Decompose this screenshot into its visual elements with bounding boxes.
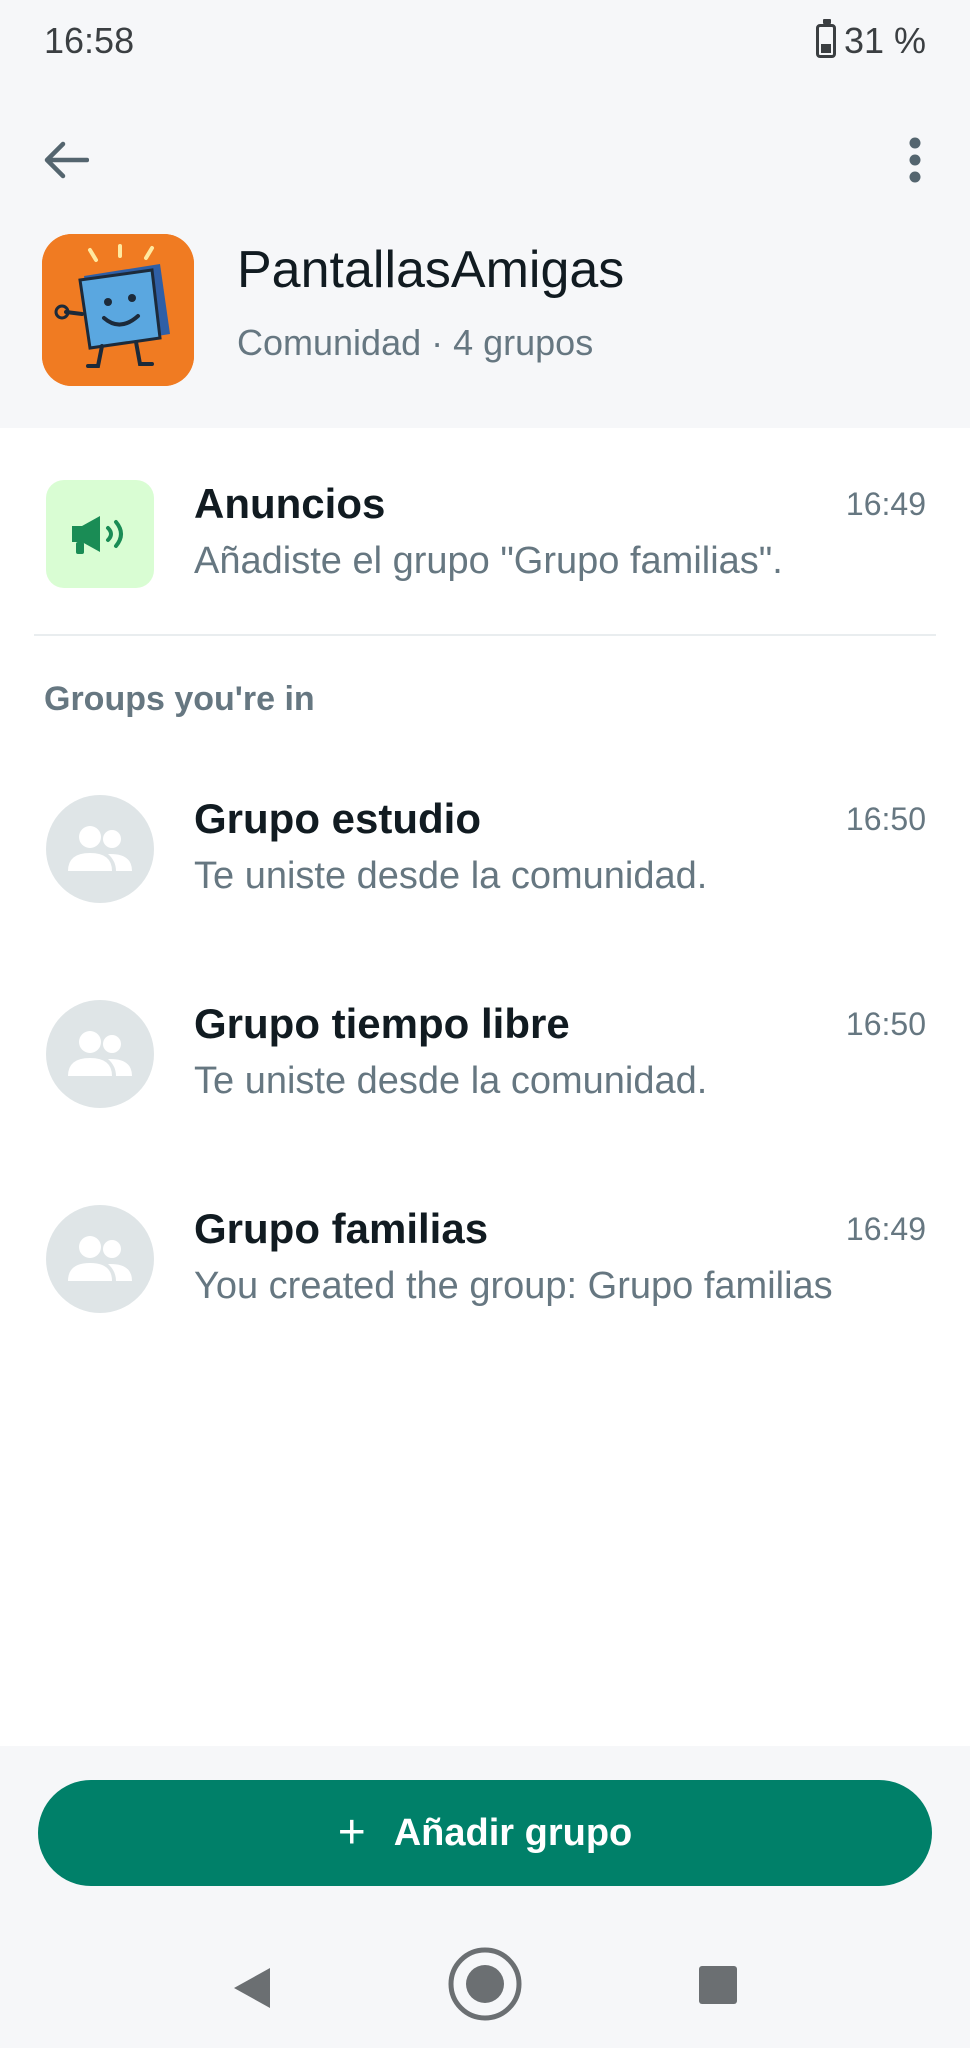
megaphone-icon	[72, 516, 123, 554]
group-time: 16:50	[845, 1006, 926, 1042]
nav-back-icon	[234, 1968, 270, 2008]
announcements-time: 16:49	[845, 486, 926, 522]
nav-recents-icon	[699, 1966, 737, 2004]
more-vert-icon	[909, 137, 921, 183]
announcements-preview: Añadiste el grupo "Grupo familias".	[194, 540, 783, 582]
plus-icon: +	[337, 1806, 366, 1859]
group-icon	[68, 1236, 132, 1281]
group-time: 16:49	[845, 1211, 926, 1247]
group-title: Grupo estudio	[194, 795, 481, 842]
nav-home-icon	[448, 1947, 522, 2021]
community-subtitle: Comunidad · 4 grupos	[237, 322, 594, 363]
back-button[interactable]	[30, 130, 100, 190]
add-group-label: Añadir grupo	[393, 1811, 633, 1854]
announcements-avatar	[46, 480, 154, 588]
status-time: 16:58	[44, 20, 135, 61]
community-logo-icon	[42, 234, 194, 386]
group-avatar	[46, 1000, 154, 1108]
group-avatar	[46, 1205, 154, 1313]
community-avatar[interactable]	[42, 234, 194, 386]
bottom-bar: + Añadir grupo	[0, 1746, 970, 2048]
status-battery: 31 %	[815, 19, 926, 62]
menu-button[interactable]	[900, 130, 930, 190]
arrow-left-icon	[44, 141, 89, 179]
section-label: Groups you're in	[44, 680, 315, 718]
battery-percent: 31 %	[843, 20, 926, 61]
group-avatar	[46, 795, 154, 903]
group-icon	[68, 826, 132, 871]
add-group-button[interactable]: + Añadir grupo	[38, 1780, 932, 1886]
announcements-row[interactable]: Anuncios 16:49 Añadiste el grupo "Grupo …	[0, 480, 970, 630]
group-row[interactable]: Grupo familias 16:49 You created the gro…	[0, 1205, 970, 1355]
community-screen: 16:58 31 % PantallasAmigas Comunidad · 4…	[0, 0, 970, 2048]
group-title: Grupo tiempo libre	[194, 1000, 570, 1047]
battery-icon	[815, 19, 836, 58]
divider	[34, 634, 936, 636]
nav-recents-button[interactable]	[697, 1964, 739, 2011]
group-preview: Te uniste desde la comunidad.	[194, 1060, 708, 1102]
group-icon	[68, 1031, 132, 1076]
header-area: 16:58 31 % PantallasAmigas Comunidad · 4…	[0, 0, 970, 428]
nav-home-button[interactable]	[447, 1946, 523, 2027]
group-title: Grupo familias	[194, 1205, 489, 1252]
group-row[interactable]: Grupo estudio 16:50 Te uniste desde la c…	[0, 795, 970, 945]
group-preview: You created the group: Grupo familias	[194, 1265, 833, 1307]
community-name: PantallasAmigas	[237, 241, 625, 299]
nav-back-button[interactable]	[230, 1964, 274, 2017]
group-time: 16:50	[845, 801, 926, 837]
announcements-title: Anuncios	[194, 480, 386, 527]
group-preview: Te uniste desde la comunidad.	[194, 855, 708, 897]
group-row[interactable]: Grupo tiempo libre 16:50 Te uniste desde…	[0, 1000, 970, 1150]
